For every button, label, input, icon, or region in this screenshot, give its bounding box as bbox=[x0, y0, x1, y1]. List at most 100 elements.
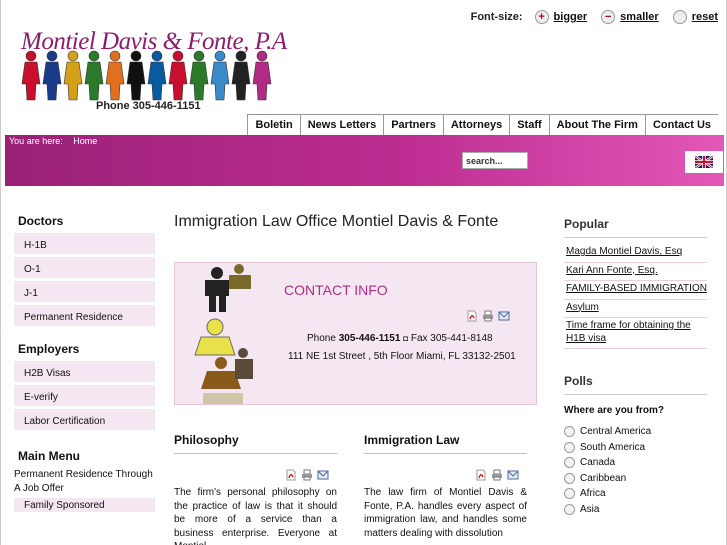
poll-option[interactable]: Caribbean bbox=[564, 471, 707, 487]
header-phone: Phone 305-446-1151 bbox=[96, 100, 201, 112]
popular-link-magda[interactable]: Magda Montiel Davis, Esq bbox=[564, 244, 707, 263]
print-icon[interactable] bbox=[301, 469, 313, 481]
poll-option-label: Africa bbox=[580, 488, 606, 500]
poll-option[interactable]: Africa bbox=[564, 486, 707, 502]
radio-button[interactable] bbox=[564, 441, 575, 453]
logo[interactable]: Montiel Davis & Fonte, P.A bbox=[19, 28, 287, 103]
font-reset-button[interactable]: reset bbox=[672, 10, 718, 24]
menu-item-permanent-residence[interactable]: Permanent Residence bbox=[14, 305, 155, 329]
minus-icon: − bbox=[601, 10, 616, 24]
main-menu-heading: Main Menu bbox=[18, 449, 80, 463]
nav-staff[interactable]: Staff bbox=[509, 115, 548, 136]
immigration-law-text: The law firm of Montiel Davis & Fonte, P… bbox=[364, 487, 527, 539]
contact-info-box: CONTACT INFO Phone 305-446-1151 ◘ Fax 30… bbox=[174, 262, 537, 405]
breadcrumb-home[interactable]: Home bbox=[73, 136, 97, 146]
nav-about-the-firm[interactable]: About The Firm bbox=[548, 115, 645, 136]
pdf-icon[interactable] bbox=[466, 310, 478, 322]
font-size-label: Font-size: bbox=[470, 11, 523, 23]
logo-figure-head bbox=[130, 50, 142, 62]
search-input[interactable] bbox=[462, 152, 528, 169]
logo-figure-head bbox=[151, 50, 163, 62]
font-reset-label: reset bbox=[691, 11, 718, 23]
immigration-law-heading: Immigration Law bbox=[364, 433, 527, 454]
right-sidebar: Popular Magda Montiel Davis, Esq Kari An… bbox=[564, 212, 707, 517]
contact-figures-image bbox=[194, 264, 253, 404]
menu-item-h2b-visas[interactable]: H2B Visas bbox=[14, 361, 155, 385]
philosophy-actions bbox=[285, 469, 329, 481]
doctors-heading: Doctors bbox=[18, 214, 64, 228]
logo-figure-head bbox=[67, 50, 79, 62]
header-band: You are here: Home bbox=[5, 135, 724, 186]
popular-heading: Popular bbox=[564, 212, 707, 238]
logo-figure-body bbox=[84, 61, 104, 101]
immigration-law-section: Immigration Law The law firm of Montiel … bbox=[364, 433, 527, 540]
menu-item-pr-job-offer[interactable]: Permanent Residence Through A Job Offer bbox=[14, 468, 155, 498]
contact-phone-label: Phone bbox=[307, 333, 336, 344]
logo-figure-head bbox=[25, 50, 37, 62]
reset-icon bbox=[672, 10, 687, 24]
popular-link-h1b-timeframe[interactable]: Time frame for obtaining the H1B visa bbox=[564, 318, 707, 349]
nav-attorneys[interactable]: Attorneys bbox=[442, 115, 509, 136]
immigration-actions bbox=[475, 469, 519, 481]
poll-option[interactable]: Asia bbox=[564, 502, 707, 518]
philosophy-section: Philosophy The firm's personal philosoph… bbox=[174, 433, 337, 545]
radio-button[interactable] bbox=[564, 457, 575, 469]
left-sidebar: Doctors H-1B O-1 J-1 Permanent Residence… bbox=[14, 208, 155, 512]
menu-item-family-sponsored[interactable]: Family Sponsored bbox=[14, 498, 155, 512]
poll-option[interactable]: South America bbox=[564, 440, 707, 456]
menu-item-o1[interactable]: O-1 bbox=[14, 257, 155, 281]
nav-contact-us[interactable]: Contact Us bbox=[644, 115, 718, 136]
logo-figures bbox=[21, 50, 272, 101]
font-smaller-label: smaller bbox=[620, 11, 659, 23]
radio-button[interactable] bbox=[564, 488, 575, 500]
popular-link-family-based[interactable]: FAMILY-BASED IMMIGRATION bbox=[564, 281, 707, 300]
pdf-icon[interactable] bbox=[285, 469, 297, 481]
font-smaller-button[interactable]: − smaller bbox=[601, 10, 659, 24]
contact-actions bbox=[466, 310, 510, 322]
poll-question: Where are you from? bbox=[564, 405, 665, 416]
pdf-icon[interactable] bbox=[475, 469, 487, 481]
poll-option[interactable]: Canada bbox=[564, 455, 707, 471]
font-bigger-label: bigger bbox=[553, 11, 588, 23]
nav-news-letters[interactable]: News Letters bbox=[299, 115, 383, 136]
poll-option-label: Central America bbox=[580, 426, 652, 438]
breadcrumb-prefix: You are here: bbox=[9, 136, 63, 146]
print-icon[interactable] bbox=[491, 469, 503, 481]
contact-address: 111 NE 1st Street , 5th Floor Miami, FL … bbox=[288, 351, 516, 362]
popular-link-asylum[interactable]: Asylum bbox=[564, 300, 707, 318]
email-icon[interactable] bbox=[317, 469, 329, 481]
language-switch[interactable] bbox=[685, 151, 723, 173]
menu-item-e-verify[interactable]: E-verify bbox=[14, 385, 155, 409]
email-icon[interactable] bbox=[498, 310, 510, 322]
radio-button[interactable] bbox=[564, 426, 575, 438]
contact-phone-line: Phone 305-446-1151 ◘ Fax 305-441-8148 bbox=[307, 333, 493, 344]
radio-button[interactable] bbox=[564, 472, 575, 484]
logo-figure-head bbox=[256, 50, 268, 62]
nav-boletin[interactable]: Boletin bbox=[247, 115, 299, 136]
poll-option-label: South America bbox=[580, 441, 646, 453]
poll-option-label: Asia bbox=[580, 503, 600, 515]
menu-item-j1[interactable]: J-1 bbox=[14, 281, 155, 305]
logo-figure-body bbox=[63, 61, 83, 101]
logo-figure-body bbox=[210, 61, 230, 101]
logo-figure-body bbox=[42, 61, 62, 101]
radio-button[interactable] bbox=[564, 503, 575, 515]
font-bigger-button[interactable]: + bigger bbox=[534, 10, 588, 24]
poll-option[interactable]: Central America bbox=[564, 424, 707, 440]
logo-figure-body bbox=[252, 61, 272, 101]
menu-item-labor-certification[interactable]: Labor Certification bbox=[14, 409, 155, 433]
page: Montiel Davis & Fonte, P.A Phone 305-446… bbox=[0, 0, 727, 545]
email-icon[interactable] bbox=[507, 469, 519, 481]
poll-option-label: Canada bbox=[580, 457, 616, 469]
print-icon[interactable] bbox=[482, 310, 494, 322]
logo-figure-head bbox=[88, 50, 100, 62]
bullet-icon: ◘ bbox=[403, 334, 409, 343]
logo-figure-head bbox=[193, 50, 205, 62]
contact-phone: 305-446-1151 bbox=[338, 333, 401, 344]
breadcrumb: You are here: Home bbox=[9, 136, 105, 146]
logo-figure-head bbox=[214, 50, 226, 62]
popular-link-kari[interactable]: Kari Ann Fonte, Esq. bbox=[564, 263, 707, 281]
nav-partners[interactable]: Partners bbox=[383, 115, 443, 136]
menu-item-h1b[interactable]: H-1B bbox=[14, 233, 155, 257]
logo-figure-body bbox=[189, 61, 209, 101]
